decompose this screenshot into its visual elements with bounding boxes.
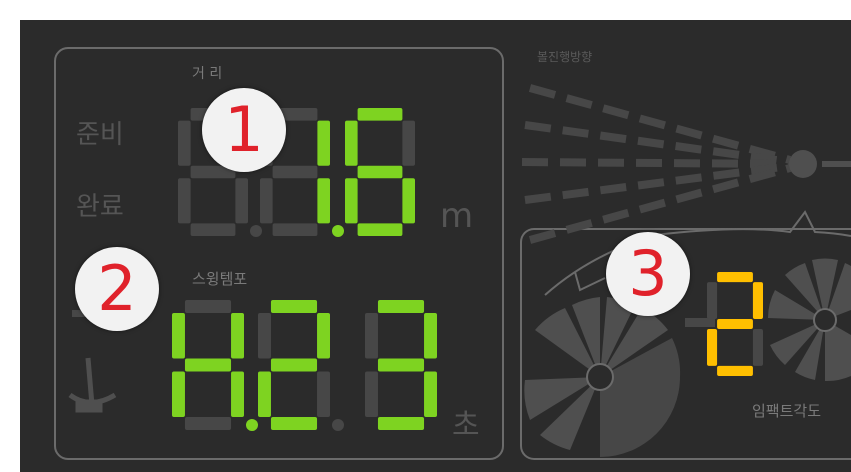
- tempo-digit-1-segment-e: [172, 371, 185, 418]
- tempo-digit-2-segment-d: [270, 417, 318, 430]
- impact-angle-digit-segment-d: [717, 365, 753, 376]
- tempo-digit-2-segment-g: [270, 358, 318, 372]
- ball-icon: [789, 150, 817, 178]
- impact-angle-label: 임팩트각도: [752, 402, 822, 420]
- clubhead-right-icon: [768, 258, 851, 382]
- marker-1: 1: [202, 88, 286, 172]
- marker-2: 2: [75, 247, 159, 331]
- distance-digit-3-segment-e: [345, 178, 358, 224]
- distance-digit-1-segment-d: [190, 223, 236, 236]
- distance-digit-3-segment-f: [345, 120, 358, 166]
- tempo-digit-2-segment-a: [270, 300, 318, 313]
- distance-digit-3-segment-g: [357, 165, 403, 179]
- tempo-digit-1-segment-f: [172, 312, 185, 359]
- tempo-digit-2-segment-e: [258, 371, 271, 418]
- impact-angle-digit-segment-c: [752, 329, 763, 366]
- tempo-digit-3-segment-a: [377, 300, 425, 313]
- segment-display-graphics: [68, 84, 851, 457]
- distance-digit-3-segment-a: [357, 108, 403, 121]
- tempo-digit-1-segment-c: [231, 371, 244, 418]
- done-label: 완료: [76, 192, 124, 222]
- tempo-digit-3-segment-e: [365, 371, 378, 418]
- distance-digit-1-segment-c: [235, 178, 248, 224]
- swing-tempo-unit: 초: [452, 408, 480, 443]
- tempo-digit-1-segment-g: [184, 358, 232, 372]
- tempo-digit-3-segment-d: [377, 417, 425, 430]
- impact-angle-digit-segment-g: [717, 318, 753, 330]
- distance-digit-3-segment-c: [402, 178, 415, 224]
- distance-digit-1-segment-e: [178, 178, 191, 224]
- tempo-digit-2-decimal-point: [332, 419, 344, 431]
- distance-label: 거 리: [192, 66, 223, 82]
- direction-label: 볼진행방향: [537, 50, 593, 64]
- ready-label: 준비: [76, 120, 124, 150]
- tempo-digit-3-segment-g: [377, 358, 425, 372]
- tempo-digit-3-segment-b: [424, 312, 437, 359]
- impact-angle-digit-segment-e: [707, 329, 718, 366]
- marker-3: 3: [606, 232, 690, 316]
- impact-peak-icon: [574, 271, 606, 292]
- distance-digit-3-segment-d: [357, 223, 403, 236]
- distance-digit-1-decimal-point: [250, 225, 262, 237]
- ball-direction-icon: [521, 84, 792, 244]
- distance-digit-2-decimal-point: [332, 225, 344, 237]
- distance-digit-3-segment-b: [402, 120, 415, 166]
- distance-digit-2-segment-b: [317, 120, 330, 166]
- distance-digit-2-segment-e: [260, 178, 273, 224]
- impact-angle-digit-segment-b: [752, 282, 763, 319]
- tempo-digit-1-decimal-point: [246, 419, 258, 431]
- distance-digit-2-segment-d: [272, 223, 318, 236]
- distance-digit-2-segment-g: [272, 165, 318, 179]
- distance-unit: m: [440, 196, 474, 236]
- tempo-digit-3-segment-f: [365, 312, 378, 359]
- tempo-digit-1-segment-a: [184, 300, 232, 313]
- impact-angle-digit-segment-a: [717, 272, 753, 283]
- swing-tempo-label: 스윙템포: [192, 270, 248, 288]
- tempo-digit-1-segment-b: [231, 312, 244, 359]
- tempo-digit-2-segment-c: [317, 371, 330, 418]
- distance-digit-1-segment-f: [178, 120, 191, 166]
- tempo-digit-3-segment-c: [424, 371, 437, 418]
- clubhead-left-icon: [524, 297, 681, 457]
- tempo-digit-1-segment-d: [184, 417, 232, 430]
- tempo-digit-2-segment-f: [258, 312, 271, 359]
- tempo-digit-2-segment-b: [317, 312, 330, 359]
- impact-angle-digit-segment-f: [707, 282, 718, 319]
- angle-minus-sign: [685, 318, 715, 327]
- putter-icon: [68, 357, 117, 413]
- distance-digit-2-segment-c: [317, 178, 330, 224]
